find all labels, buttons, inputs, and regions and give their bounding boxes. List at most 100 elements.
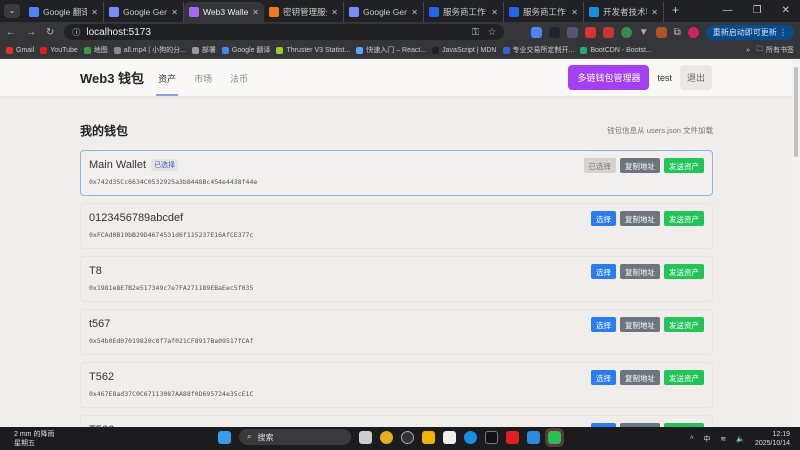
browser-tab[interactable]: Google 翻译 ✕ [24, 2, 104, 22]
browser-tab[interactable]: 开发者技术等级 ✕ [584, 2, 664, 22]
copy-address-button[interactable]: 复制地址 [620, 158, 660, 173]
copy-address-button[interactable]: 复制地址 [620, 264, 660, 279]
extension-icon[interactable] [655, 26, 667, 38]
send-assets-button[interactable]: 发送资产 [664, 317, 704, 332]
select-wallet-button[interactable]: 选择 [591, 264, 616, 279]
send-assets-button[interactable]: 发送资产 [664, 264, 704, 279]
start-icon[interactable] [218, 430, 231, 444]
input-method[interactable]: 中 [703, 434, 710, 444]
url-field[interactable]: ⓘ localhost:5173 ⚿ ☆ [64, 24, 505, 40]
select-wallet-button[interactable]: 选择 [591, 370, 616, 385]
wallet-card[interactable]: t567 0x54b0Ed07019820c8f7af021CF8917Ba09… [80, 309, 713, 355]
restore-icon[interactable]: ❐ [753, 5, 762, 16]
bookmark-favicon-icon [40, 46, 48, 54]
wps-icon[interactable] [506, 430, 519, 444]
selected-button[interactable]: 已选择 [583, 158, 616, 173]
extension-icon[interactable] [620, 26, 632, 38]
app-icon[interactable] [485, 430, 498, 444]
task-view-icon[interactable] [359, 430, 372, 444]
extensions-puzzle-icon[interactable]: ⧉ [674, 27, 681, 38]
page-scrollbar[interactable] [792, 59, 800, 427]
extension-icon[interactable] [602, 26, 614, 38]
send-assets-button[interactable]: 发送资产 [664, 158, 704, 173]
password-key-icon[interactable]: ⚿ [472, 27, 480, 38]
bookmark-item[interactable]: Google 翻译 [221, 45, 270, 55]
bookmark-item[interactable]: 快速入门 – React... [356, 45, 426, 55]
bookmark-item[interactable]: Thruster V3 Statist... [276, 45, 350, 55]
select-wallet-button[interactable]: 选择 [591, 211, 616, 226]
wallet-card[interactable]: T8 0x1981e8E7B2e517349c7e7FA271189EBaEec… [80, 256, 713, 302]
browser-tab[interactable]: Google Gemini ✕ [104, 2, 184, 22]
taskbar-search[interactable]: ⌕ 搜索 [239, 429, 351, 445]
file-explorer-icon[interactable] [422, 430, 435, 444]
tab-favicon-icon [29, 7, 39, 17]
copy-address-button[interactable]: 复制地址 [620, 317, 660, 332]
scrollbar-thumb[interactable] [794, 67, 798, 157]
new-tab-button[interactable]: + [664, 3, 679, 22]
bookmark-star-icon[interactable]: ☆ [487, 27, 496, 38]
update-button[interactable]: 重新启动即可更新 ⋮ [705, 24, 794, 40]
bookmark-item[interactable]: YouTube [40, 45, 78, 55]
volume-icon[interactable]: 🔈 [736, 435, 745, 443]
reload-icon[interactable]: ↻ [46, 27, 54, 38]
send-assets-button[interactable]: 发送资产 [664, 211, 704, 226]
vue-devtools-icon[interactable]: ▼ [639, 27, 649, 38]
bookmark-item[interactable]: 地图 [83, 45, 108, 55]
nav-assets[interactable]: 资产 [156, 59, 179, 96]
browser-tab[interactable]: Google Gemini ✕ [344, 2, 424, 22]
tab-close-icon[interactable]: ✕ [411, 8, 418, 17]
nav-fiat[interactable]: 法币 [230, 59, 248, 96]
profile-avatar[interactable] [687, 26, 699, 38]
wifi-icon[interactable]: ≋ [720, 435, 726, 443]
bookmark-item[interactable]: 专业交易所定制开... [502, 45, 574, 55]
all-bookmarks-button[interactable]: 🗀 所有书签 [756, 45, 794, 56]
tray-chevron-icon[interactable]: ^ [690, 436, 693, 443]
extension-icon[interactable] [548, 26, 560, 38]
bookmark-item[interactable]: Gmail [6, 45, 34, 55]
copy-address-button[interactable]: 复制地址 [620, 211, 660, 226]
tab-close-icon[interactable]: ✕ [252, 8, 259, 17]
select-wallet-button[interactable]: 选择 [591, 317, 616, 332]
browser-tab[interactable]: 服务商工作台 ✕ [424, 2, 504, 22]
tab-close-icon[interactable]: ✕ [491, 8, 498, 17]
minimize-icon[interactable]: — [723, 5, 733, 16]
store-icon[interactable] [443, 430, 456, 444]
tab-close-icon[interactable]: ✕ [331, 8, 338, 17]
tab-close-icon[interactable]: ✕ [171, 8, 178, 17]
site-info-icon[interactable]: ⓘ [72, 27, 80, 38]
forward-icon[interactable]: → [26, 27, 36, 38]
more-bookmarks-icon[interactable]: » [746, 47, 750, 54]
wallet-card[interactable]: T562 0x467E8ad37C0C67113087AA88f0D695724… [80, 362, 713, 408]
wallet-card[interactable]: Main Wallet 已选择 0x742d35Cc6634C0532925a3b… [80, 150, 713, 196]
bookmark-item[interactable]: 部署 [191, 45, 216, 55]
tab-close-icon[interactable]: ✕ [571, 8, 578, 17]
browser-tab[interactable]: Web3 Wallet ✕ [184, 2, 264, 22]
bookmark-item[interactable]: all.mp4 | 小狗的分... [113, 45, 186, 55]
weather-widget[interactable]: 2 mm 的降雨 星期五 [14, 430, 54, 448]
nav-market[interactable]: 市场 [194, 59, 212, 96]
logout-button[interactable]: 退出 [679, 65, 712, 90]
copy-address-button[interactable]: 复制地址 [620, 370, 660, 385]
wallet-card[interactable]: T566 选择 复制地址 发送资产 [80, 415, 713, 427]
back-icon[interactable]: ← [6, 27, 16, 38]
tab-close-icon[interactable]: ✕ [91, 8, 98, 17]
send-assets-button[interactable]: 发送资产 [664, 370, 704, 385]
wechat-icon[interactable] [545, 427, 564, 447]
wallet-card[interactable]: 0123456789abcdef 0xFCAd0B19bB29D4674531d… [80, 203, 713, 249]
edge-icon[interactable] [464, 430, 477, 444]
vscode-icon[interactable] [527, 430, 540, 444]
tab-close-icon[interactable]: ✕ [651, 8, 658, 17]
chrome-icon[interactable] [380, 430, 393, 444]
extension-icon[interactable] [584, 26, 596, 38]
browser-tab[interactable]: 服务商工作台 ✕ [504, 2, 584, 22]
tab-search-button[interactable]: ⌄ [4, 4, 20, 18]
browser-tab[interactable]: 密钥管理服务 - 2 ✕ [264, 2, 344, 22]
multi-chain-wallet-manager-button[interactable]: 多链钱包管理器 [568, 65, 650, 90]
bookmark-item[interactable]: JavaScript | MDN [432, 45, 497, 55]
bookmark-item[interactable]: BootCDN - Bootst... [580, 45, 652, 55]
close-window-icon[interactable]: ✕ [782, 5, 790, 16]
clock[interactable]: 12:19 2025/10/14 [755, 430, 790, 448]
extension-icon[interactable] [566, 26, 578, 38]
translate-extension-icon[interactable] [530, 26, 542, 38]
dell-icon[interactable] [401, 430, 414, 444]
